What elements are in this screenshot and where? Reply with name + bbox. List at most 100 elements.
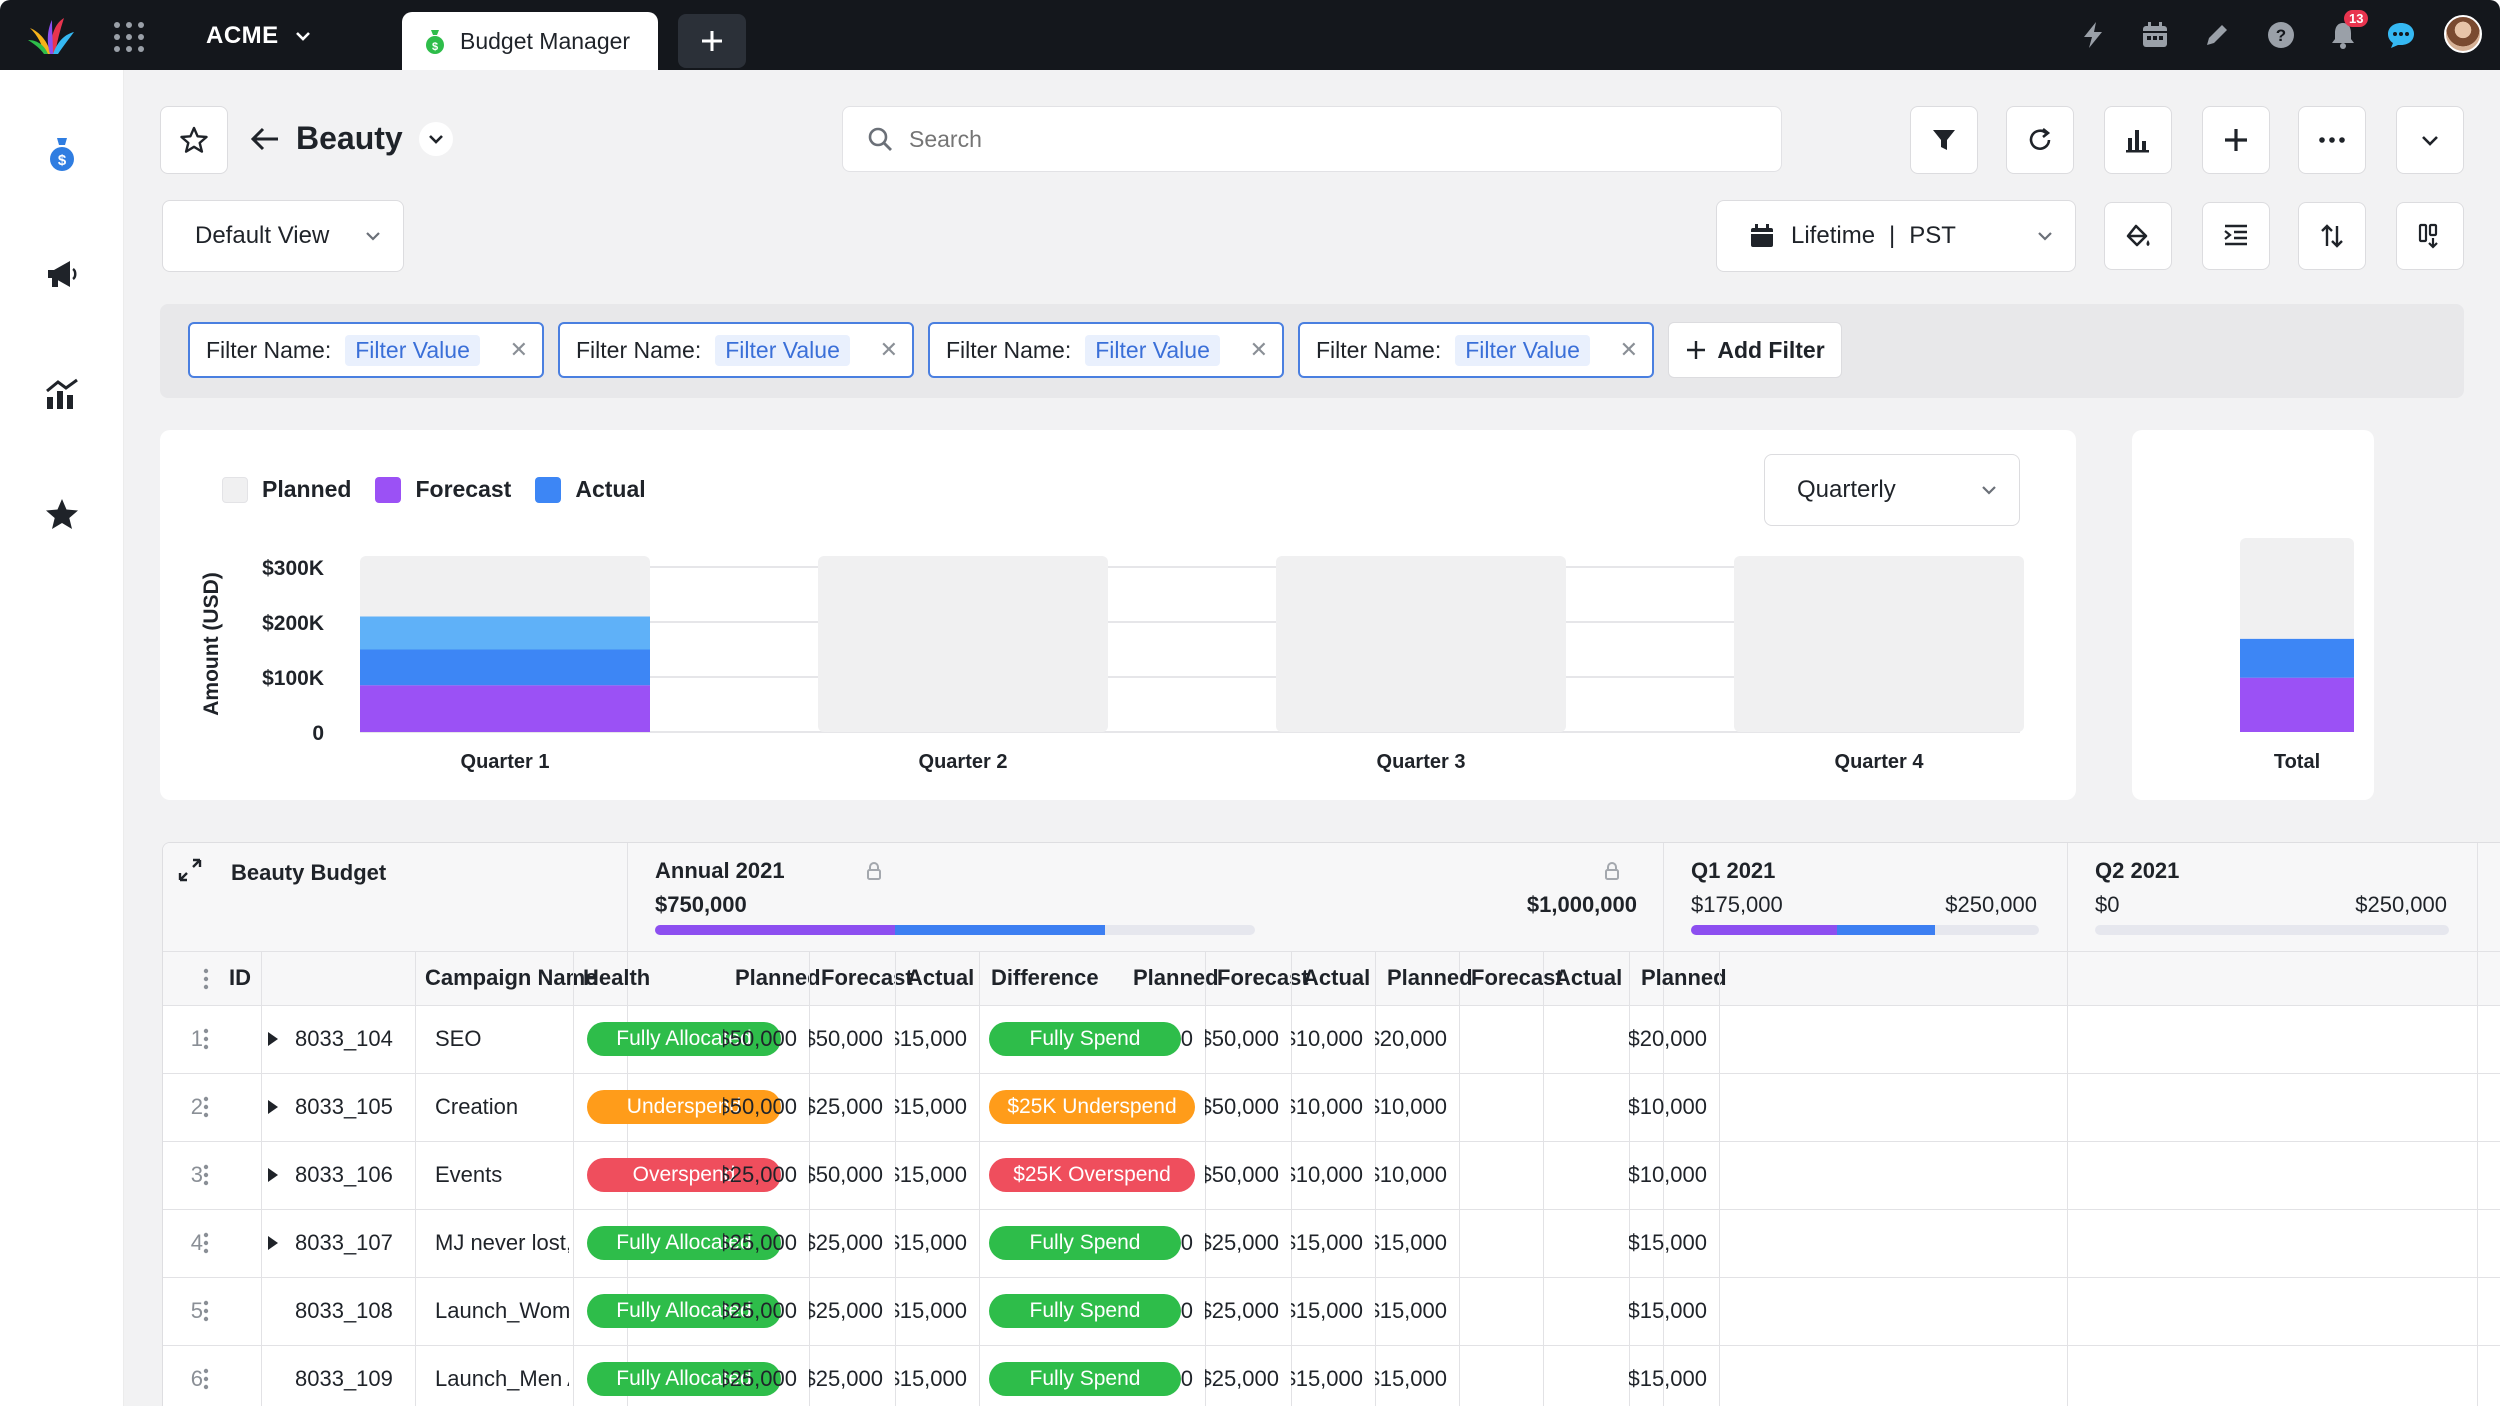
cell-a-actual: $15,000 xyxy=(895,1366,967,1391)
cell-a-forecast: $25,000 xyxy=(809,1366,883,1391)
filter-chip[interactable]: Filter Name: Filter Value ✕ xyxy=(558,322,914,378)
bar-segment-forecast[interactable] xyxy=(2240,677,2354,732)
sort-button[interactable] xyxy=(2298,202,2366,270)
lightning-icon[interactable] xyxy=(2076,18,2110,52)
row-menu-icon[interactable] xyxy=(203,1141,217,1209)
cell-id: 8033_105 xyxy=(295,1094,393,1119)
filter-button[interactable] xyxy=(1910,106,1978,174)
column-header-id[interactable]: ID xyxy=(229,951,251,1005)
more-options-button[interactable] xyxy=(2298,106,2366,174)
bar-planned[interactable] xyxy=(1734,556,2024,732)
expand-row-icon[interactable] xyxy=(267,1005,283,1073)
pencil-icon[interactable] xyxy=(2200,18,2234,52)
add-filter-button[interactable]: Add Filter xyxy=(1668,322,1842,378)
group-header-label: Q1 2021 xyxy=(1691,858,1776,883)
x-tick-label: Quarter 4 xyxy=(1835,751,1925,773)
search-bar[interactable] xyxy=(842,106,1782,172)
bar-segment-actual[interactable] xyxy=(360,649,650,686)
org-switcher[interactable]: ACME xyxy=(206,22,313,50)
user-avatar[interactable] xyxy=(2444,15,2482,53)
analytics-icon[interactable] xyxy=(40,372,84,416)
plus-icon xyxy=(702,31,722,51)
notification-bell-icon[interactable]: 13 xyxy=(2326,10,2369,52)
row-divider xyxy=(163,951,2500,952)
columns-button[interactable] xyxy=(2396,202,2464,270)
date-range-select[interactable]: Lifetime | PST xyxy=(1716,200,2076,272)
cell-campaign-name[interactable]: Creation xyxy=(435,1073,569,1141)
expand-row-icon[interactable] xyxy=(267,1141,283,1209)
view-select[interactable]: Default View xyxy=(162,200,404,272)
column-header-actual[interactable]: Actual xyxy=(1303,951,1370,1005)
filter-chip[interactable]: Filter Name: Filter Value ✕ xyxy=(188,322,544,378)
row-menu-icon[interactable] xyxy=(203,1209,217,1277)
remove-filter-icon[interactable]: ✕ xyxy=(1620,337,1638,363)
total-chart-card: Total xyxy=(2132,430,2374,800)
cell-campaign-name[interactable]: Launch_Men Air Fl... xyxy=(435,1345,569,1406)
filter-chip-name: Filter Name: xyxy=(206,336,332,363)
remove-filter-icon[interactable]: ✕ xyxy=(880,337,898,363)
column-header-planned[interactable]: Planned xyxy=(1641,951,1727,1005)
expand-row-icon[interactable] xyxy=(267,1073,283,1141)
group-spent-value: $750,000 xyxy=(655,892,747,917)
cell-campaign-name[interactable]: SEO xyxy=(435,1005,569,1073)
expand-row-icon[interactable] xyxy=(267,1209,283,1277)
row-menu-icon[interactable] xyxy=(203,1005,217,1073)
color-fill-button[interactable] xyxy=(2104,202,2172,270)
column-header-difference[interactable]: Difference xyxy=(991,951,1099,1005)
bar-segment-actual[interactable] xyxy=(360,616,650,650)
cell-q1-actual: $15,000 xyxy=(1291,1366,1363,1391)
remove-filter-icon[interactable]: ✕ xyxy=(1250,337,1268,363)
cell-q2-planned: $15,000 xyxy=(1375,1230,1447,1255)
search-input[interactable] xyxy=(909,125,1709,153)
app-launcher-icon[interactable] xyxy=(114,22,144,52)
column-header-planned[interactable]: Planned xyxy=(735,951,821,1005)
cell-campaign-name[interactable]: Launch_Women Air... xyxy=(435,1277,569,1345)
remove-filter-icon[interactable]: ✕ xyxy=(510,337,528,363)
row-number: 2 xyxy=(190,1094,203,1119)
budget-bag-icon[interactable]: $ xyxy=(40,132,84,176)
chart-toggle-button[interactable] xyxy=(2104,106,2172,174)
expand-icon[interactable] xyxy=(177,855,207,885)
column-menu-icon[interactable] xyxy=(203,965,217,993)
top-bar: ACME $ Budget Manager ? 13 xyxy=(0,0,2500,70)
column-header-campaign-name[interactable]: Campaign Name xyxy=(425,951,597,1005)
bar-planned[interactable] xyxy=(818,556,1108,732)
cell-campaign-name[interactable]: MJ never lost, he le... xyxy=(435,1209,569,1277)
column-header-health[interactable]: Health xyxy=(583,951,650,1005)
megaphone-icon[interactable] xyxy=(40,252,84,296)
title-dropdown-button[interactable] xyxy=(418,121,453,156)
column-header-forecast[interactable]: Forecast xyxy=(821,951,913,1005)
app-logo-icon[interactable] xyxy=(26,14,76,56)
column-header-forecast[interactable]: Forecast xyxy=(1471,951,1563,1005)
indent-button[interactable] xyxy=(2202,202,2270,270)
favorites-star-icon[interactable] xyxy=(40,492,84,536)
cell-a-actual: $15,000 xyxy=(895,1094,967,1119)
bar-planned[interactable] xyxy=(1276,556,1566,732)
bar-segment-forecast[interactable] xyxy=(360,685,650,732)
calendar-icon[interactable] xyxy=(2138,18,2172,52)
column-header-actual[interactable]: Actual xyxy=(1555,951,1622,1005)
separator: | xyxy=(1889,222,1896,249)
row-menu-icon[interactable] xyxy=(203,1073,217,1141)
chat-icon[interactable] xyxy=(2384,18,2418,52)
refresh-button[interactable] xyxy=(2006,106,2074,174)
help-icon[interactable]: ? xyxy=(2264,18,2298,52)
row-number: 6 xyxy=(190,1366,203,1391)
filter-chip[interactable]: Filter Name: Filter Value ✕ xyxy=(928,322,1284,378)
bar-segment-actual[interactable] xyxy=(2240,638,2354,678)
new-tab-button[interactable] xyxy=(678,14,746,68)
add-button[interactable] xyxy=(2202,106,2270,174)
cell-campaign-name[interactable]: Events xyxy=(435,1141,569,1209)
favorite-button[interactable] xyxy=(160,106,228,174)
chevron-down-icon xyxy=(2422,136,2438,146)
tab-budget-manager[interactable]: $ Budget Manager xyxy=(402,12,658,70)
column-header-forecast[interactable]: Forecast xyxy=(1217,951,1309,1005)
filter-chip[interactable]: Filter Name: Filter Value ✕ xyxy=(1298,322,1654,378)
back-arrow-icon[interactable] xyxy=(250,126,280,152)
row-menu-icon[interactable] xyxy=(203,1277,217,1345)
difference-badge: Fully Spend xyxy=(989,1362,1181,1396)
column-header-actual[interactable]: Actual xyxy=(907,951,974,1005)
row-menu-icon[interactable] xyxy=(203,1345,217,1406)
collapse-header-button[interactable] xyxy=(2396,106,2464,174)
plus-icon xyxy=(2225,129,2247,151)
